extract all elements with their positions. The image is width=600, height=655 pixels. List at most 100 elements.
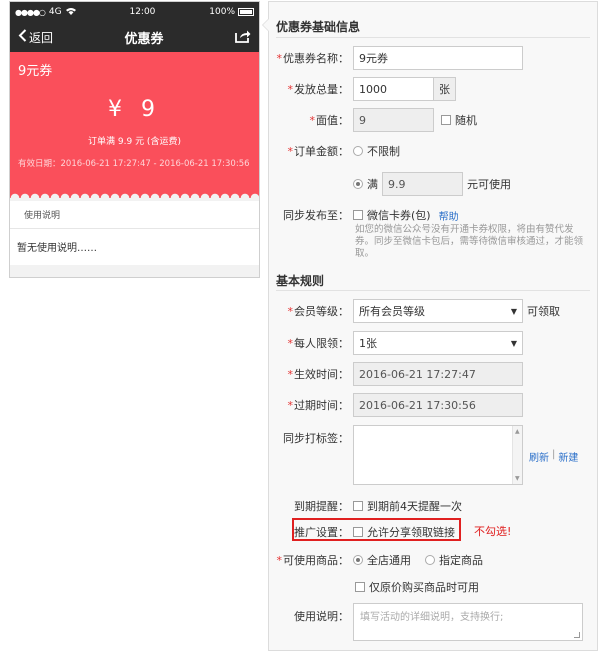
end-time-input[interactable]: 2016-06-21 17:30:56 [353, 393, 523, 417]
sync-label: 同步发布至： [283, 209, 349, 222]
checkbox-icon [441, 115, 451, 125]
member-level-value: 所有会员等级 [359, 305, 425, 318]
level-suffix: 可领取 [527, 305, 560, 318]
amount-label: 订单金额： [294, 145, 349, 158]
unlimited-radio[interactable]: 不限制 [353, 143, 400, 159]
row-name: *优惠券名称： 9元券 [269, 46, 597, 70]
phone-preview: ●●●●○ 4G 12:00 100% 返回 优惠券 9元券 ¥ 9 订单满 9… [9, 1, 260, 278]
per-limit-value: 1张 [359, 337, 377, 350]
signal-icon: ●●●●○ [15, 7, 46, 17]
divider [276, 290, 590, 291]
status-bar: ●●●●○ 4G 12:00 100% [10, 2, 259, 22]
face-input[interactable]: 9 [353, 108, 434, 132]
total-unit: 张 [434, 77, 456, 101]
radio-icon [425, 555, 435, 565]
goods-label: 可使用商品： [283, 554, 349, 567]
all-goods-radio[interactable]: 全店通用 [353, 552, 411, 568]
divider [276, 37, 590, 38]
name-label: 优惠券名称： [283, 52, 349, 65]
scallop-edge [10, 190, 259, 198]
tags-textarea[interactable]: ▲ ▼ [353, 425, 523, 485]
per-limit-label: 每人限领： [294, 337, 349, 350]
back-button[interactable]: 返回 [18, 29, 53, 46]
coupon-form: 优惠券基础信息 *优惠券名称： 9元券 *发放总量： 1000 张 *面值： 9… [262, 1, 598, 651]
scroll-down-icon: ▼ [515, 475, 520, 482]
chevron-left-icon [18, 29, 27, 45]
start-label: 生效时间： [294, 368, 349, 381]
wifi-icon [65, 7, 76, 18]
per-limit-select[interactable]: 1张 ▼ [353, 331, 523, 355]
row-face: *面值： 9 随机 [269, 108, 597, 132]
row-amount: *订单金额： 不限制 [287, 143, 401, 159]
checkbox-icon [353, 210, 363, 220]
carrier: 4G [48, 7, 62, 17]
usage-body: 暂无使用说明…… [10, 229, 259, 265]
sync-help-text: 如您的微信公众号没有开通卡券权限，将由有赞代发券。同步至微信卡包后，需等待微信审… [355, 224, 584, 259]
total-input[interactable]: 1000 [353, 77, 434, 101]
full-radio[interactable]: 满 [353, 176, 378, 192]
row-goods: *可使用商品： 全店通用 指定商品 [276, 552, 484, 568]
refresh-link[interactable]: 刷新 [529, 449, 549, 464]
panel-arrow [262, 18, 269, 32]
desc-label: 使用说明： [294, 610, 349, 623]
remind-label: 到期提醒： [294, 500, 349, 513]
nav-bar: 返回 优惠券 [10, 22, 259, 52]
coupon-name: 9元券 [18, 64, 53, 79]
total-label: 发放总量： [294, 83, 349, 96]
scrollbar[interactable]: ▲ ▼ [512, 426, 522, 484]
coupon-value: ¥ 9 [108, 97, 161, 122]
random-checkbox[interactable]: 随机 [441, 112, 477, 128]
checkbox-icon [353, 501, 363, 511]
tags-actions: 刷新 | 新建 [529, 449, 578, 464]
end-label: 过期时间： [294, 399, 349, 412]
original-price-checkbox[interactable]: 仅原价购买商品时可用 [355, 579, 479, 595]
section-basic-title: 优惠券基础信息 [276, 20, 361, 34]
nav-title: 优惠券 [124, 31, 164, 47]
usage-desc-textarea[interactable]: 填写活动的详细说明，支持换行; [353, 603, 583, 641]
full-amount-input[interactable]: 9.9 [382, 172, 463, 196]
row-original-only: 仅原价购买商品时可用 [355, 579, 597, 595]
remind-checkbox[interactable]: 到期前4天提醒一次 [353, 498, 462, 514]
radio-selected-icon [353, 179, 363, 189]
face-label: 面值： [316, 114, 349, 127]
caret-down-icon: ▼ [510, 338, 517, 348]
row-start-time: *生效时间： 2016-06-21 17:27:47 [269, 362, 597, 386]
remind-option-label: 到期前4天提醒一次 [367, 500, 462, 513]
new-tag-link[interactable]: 新建 [558, 449, 578, 464]
row-amount-full: 满 9.9 元可使用 [353, 172, 597, 196]
wechat-card-label: 微信卡券(包) [367, 209, 431, 222]
help-link[interactable]: 帮助 [439, 208, 459, 223]
caret-down-icon: ▼ [510, 306, 517, 316]
coupon-limit: 订单满 9.9 元 (含运费) [88, 137, 181, 147]
all-goods-label: 全店通用 [367, 554, 411, 567]
row-sync: 同步发布至： 微信卡券(包) 帮助 [269, 207, 597, 223]
battery-icon [238, 8, 254, 16]
start-time-input[interactable]: 2016-06-21 17:27:47 [353, 362, 523, 386]
back-label: 返回 [29, 30, 54, 45]
specified-goods-label: 指定商品 [439, 554, 483, 567]
share-icon[interactable] [235, 29, 251, 46]
coupon-validity: 有效日期：2016-06-21 17:27:47 - 2016-06-21 17… [18, 159, 250, 169]
scroll-up-icon: ▲ [515, 428, 520, 435]
unlimited-label: 不限制 [367, 145, 400, 158]
promo-highlight-box [292, 518, 461, 541]
row-total: *发放总量： 1000 张 [269, 77, 597, 101]
original-price-label: 仅原价购买商品时可用 [369, 581, 479, 594]
desc-placeholder: 填写活动的详细说明，支持换行; [360, 612, 504, 623]
random-label: 随机 [455, 114, 477, 127]
member-level-select[interactable]: 所有会员等级 ▼ [353, 299, 523, 323]
resize-handle-icon[interactable] [574, 632, 580, 638]
row-remind: 到期提醒： 到期前4天提醒一次 [269, 498, 597, 514]
battery-percent: 100% [209, 7, 235, 17]
row-end-time: *过期时间： 2016-06-21 17:30:56 [269, 393, 597, 417]
radio-icon [353, 146, 363, 156]
specified-goods-radio[interactable]: 指定商品 [425, 552, 483, 568]
row-per-limit: *每人限领： 1张 ▼ [269, 331, 597, 355]
row-level: *会员等级： 所有会员等级 ▼ 可领取 [269, 299, 597, 323]
full-suffix: 元可使用 [467, 178, 511, 191]
level-label: 会员等级： [294, 305, 349, 318]
full-prefix: 满 [367, 178, 378, 191]
wechat-card-checkbox[interactable]: 微信卡券(包) [353, 207, 431, 223]
coupon-card: 9元券 ¥ 9 订单满 9.9 元 (含运费) 有效日期：2016-06-21 … [10, 52, 259, 190]
coupon-name-input[interactable]: 9元券 [353, 46, 523, 70]
